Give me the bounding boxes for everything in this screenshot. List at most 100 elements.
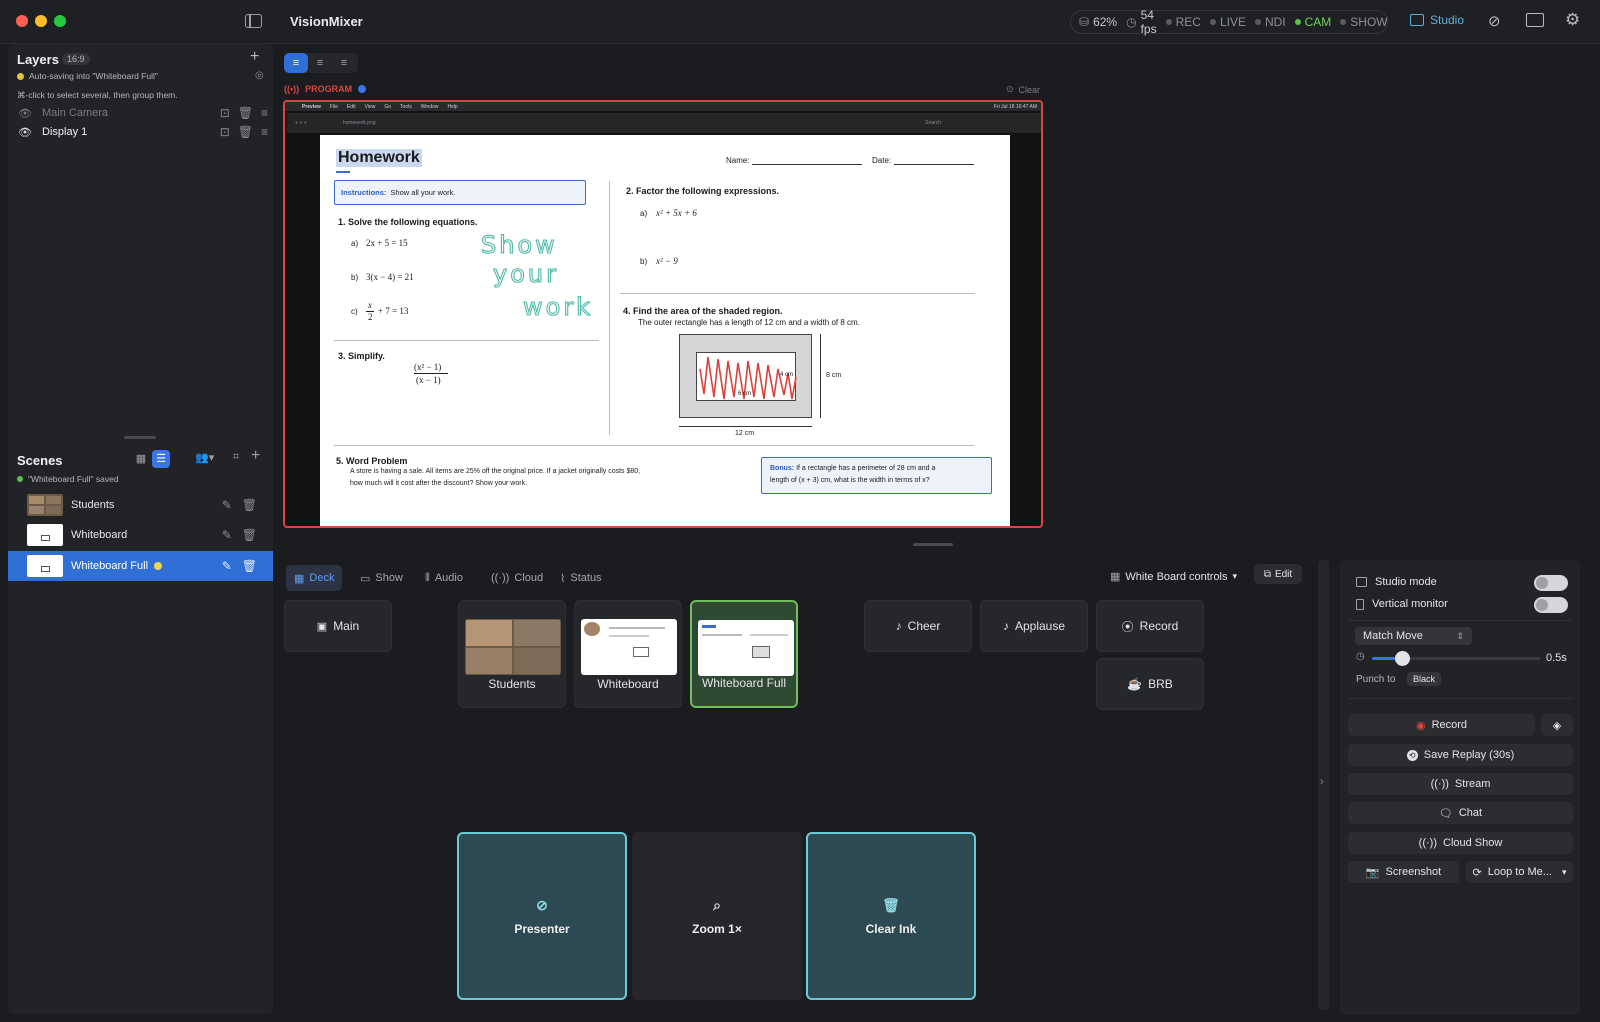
zoom-window-button[interactable] — [54, 15, 66, 27]
scene-saved-status: "Whiteboard Full" saved — [17, 474, 119, 484]
scenes-title: Scenes — [17, 453, 63, 468]
title-bar: VisionMixer ⛁ 62% ◷ 54 fps REC LIVE NDI CA… — [0, 0, 1600, 44]
record-circle-icon: ⦿ — [1121, 619, 1134, 634]
transition-select[interactable]: Match Move ⇕ — [1355, 627, 1472, 645]
presenter-pen-icon: ⊘ — [536, 896, 548, 913]
edit-pencil-icon[interactable]: ✎ — [222, 559, 232, 573]
svg-text:Show: Show — [481, 231, 558, 259]
tab-cloud[interactable]: ((·)) Cloud — [483, 565, 551, 591]
scene-card-whiteboard-full[interactable]: Whiteboard Full — [690, 600, 798, 708]
presenter-pen-icon[interactable]: ⊘ — [1488, 12, 1501, 30]
record-dot-icon: ◉ — [1415, 719, 1426, 732]
minimize-window-button[interactable] — [35, 15, 47, 27]
layer-row[interactable]: 👁 Display 1 ⊡ 🗑 ≡ — [18, 123, 268, 141]
slider-knob[interactable] — [1395, 651, 1411, 666]
screen-icon: ▭ — [360, 572, 371, 585]
resize-handle[interactable] — [124, 436, 156, 439]
unlock-icon[interactable]: ⊡ — [220, 106, 230, 120]
chevron-down-icon[interactable]: ▾ — [1562, 867, 1567, 878]
edit-pencil-icon[interactable]: ✎ — [222, 528, 232, 542]
record-button[interactable]: ◉ Record — [1348, 714, 1535, 736]
app-title: VisionMixer — [290, 14, 363, 29]
drag-handle-icon[interactable]: ≡ — [261, 125, 268, 139]
trash-icon[interactable]: 🗑 — [242, 559, 257, 573]
right-panel: Studio mode Vertical monitor Match Move ⇕… — [1340, 560, 1580, 1015]
target-icon[interactable]: ◎ — [255, 70, 264, 81]
layer-row[interactable]: 👁 Main Camera ⊡ 🗑 ≡ — [18, 104, 268, 122]
zoom-button[interactable]: ⌕ Zoom 1× — [632, 832, 802, 1000]
program-preview[interactable]: Preview File Edit View Go Tools Window Help F… — [283, 100, 1043, 528]
unlock-icon[interactable]: ⊡ — [220, 125, 230, 139]
stream-button[interactable]: ((·)) Stream — [1348, 773, 1573, 795]
trash-icon[interactable]: 🗑 — [238, 106, 253, 120]
eye-icon[interactable]: 👁 — [18, 107, 38, 120]
layers-button[interactable]: ◈ — [1541, 714, 1573, 736]
punch-black-button[interactable]: Black — [1407, 672, 1442, 686]
tab-audio[interactable]: ⦀ Audio — [417, 565, 471, 591]
live-indicator: LIVE — [1209, 15, 1246, 29]
trash-icon[interactable]: 🗑 — [242, 498, 257, 512]
scene-card-whiteboard[interactable]: Whiteboard — [574, 600, 682, 708]
scene-row[interactable]: Whiteboard ✎ 🗑 — [8, 520, 273, 550]
clear-ink-button[interactable]: 🗑 Clear Ink — [806, 832, 976, 1000]
align-center-icon[interactable]: ≡ — [308, 53, 332, 73]
align-left-icon[interactable]: ≡ — [284, 53, 308, 73]
tab-show[interactable]: ▭ Show — [352, 565, 411, 591]
add-layer-button[interactable]: + — [250, 48, 259, 66]
eye-icon[interactable]: 👁 — [18, 126, 38, 139]
save-replay-button[interactable]: ⟲ Save Replay (30s) — [1348, 744, 1573, 766]
copy-icon: ⧉ — [1263, 568, 1271, 580]
presenter-button[interactable]: ⊘ Presenter — [457, 832, 627, 1000]
trash-icon: 🗑 — [882, 896, 900, 913]
trash-icon[interactable]: 🗑 — [238, 125, 253, 139]
cloud-show-button[interactable]: ((·)) Cloud Show — [1348, 832, 1573, 854]
brb-button[interactable]: ☕ BRB — [1096, 658, 1204, 710]
scene-card-students[interactable]: Students — [458, 600, 566, 708]
program-label: ((•)) PROGRAM — [284, 84, 367, 94]
duration-slider[interactable] — [1372, 651, 1540, 666]
trash-icon[interactable]: 🗑 — [242, 528, 257, 542]
sidebar-toggle-icon[interactable] — [245, 14, 262, 28]
add-scene-button[interactable]: + — [251, 447, 260, 465]
studio-mode-toggle[interactable] — [1534, 575, 1568, 591]
broadcast-icon: ((•)) — [284, 84, 300, 94]
scene-thumbnail — [581, 619, 677, 675]
timer-icon: ◷ — [1356, 651, 1365, 662]
controls-dropdown[interactable]: ▦ White Board controls ▾ — [1110, 570, 1237, 584]
people-menu-icon[interactable]: 👥▾ — [195, 451, 214, 464]
duration-value: 0.5s — [1546, 652, 1567, 664]
music-note-icon: ♪ — [895, 619, 902, 633]
captured-window-toolbar: ● ● ● homework.png Search — [287, 113, 1041, 133]
broadcast-icon: ((·)) — [1430, 778, 1449, 790]
vertical-monitor-toggle[interactable] — [1534, 597, 1568, 613]
clear-program-button[interactable]: ⊙ Clear — [1006, 84, 1040, 95]
scene-row[interactable]: Students ✎ 🗑 — [8, 490, 273, 520]
drag-handle-icon[interactable]: ≡ — [261, 106, 268, 120]
preview-resize-handle[interactable] — [913, 543, 953, 546]
chat-button[interactable]: 🗨 Chat — [1348, 802, 1573, 824]
tab-status[interactable]: ⌇ Status — [552, 565, 610, 591]
list-view-icon[interactable]: ☰ — [152, 450, 170, 468]
tab-deck[interactable]: ▦ Deck — [286, 565, 343, 591]
close-window-button[interactable] — [16, 15, 28, 27]
layers-title: Layers — [17, 52, 59, 67]
grid-view-icon[interactable]: ▦ — [132, 450, 150, 468]
loop-to-button[interactable]: ⟳ Loop to Me... ▾ — [1466, 861, 1573, 883]
handwriting-ink: Show your work — [480, 230, 590, 321]
scene-row-selected[interactable]: Whiteboard Full ✎ 🗑 — [8, 551, 273, 581]
scene-thumbnail — [27, 524, 63, 546]
main-button[interactable]: ▣ Main — [284, 600, 392, 652]
studio-button[interactable]: Studio — [1410, 13, 1464, 27]
edit-pencil-icon[interactable]: ✎ — [222, 498, 232, 512]
cheer-button[interactable]: ♪ Cheer — [864, 600, 972, 652]
record-deck-button[interactable]: ⦿ Record — [1096, 600, 1204, 652]
windows-icon[interactable] — [1526, 13, 1544, 27]
settings-gear-icon[interactable]: ⚙ — [1565, 10, 1580, 30]
capture-icon[interactable]: ⌗ — [233, 451, 239, 464]
align-right-icon[interactable]: ≡ — [332, 53, 356, 73]
cpu-indicator: ⛁ 62% — [1079, 15, 1118, 29]
edit-controls-button[interactable]: ⧉ Edit — [1254, 564, 1302, 584]
screenshot-button[interactable]: 📷 Screenshot — [1348, 861, 1459, 883]
applause-button[interactable]: ♪ Applause — [980, 600, 1088, 652]
chevron-right-icon[interactable]: › — [1320, 776, 1324, 788]
